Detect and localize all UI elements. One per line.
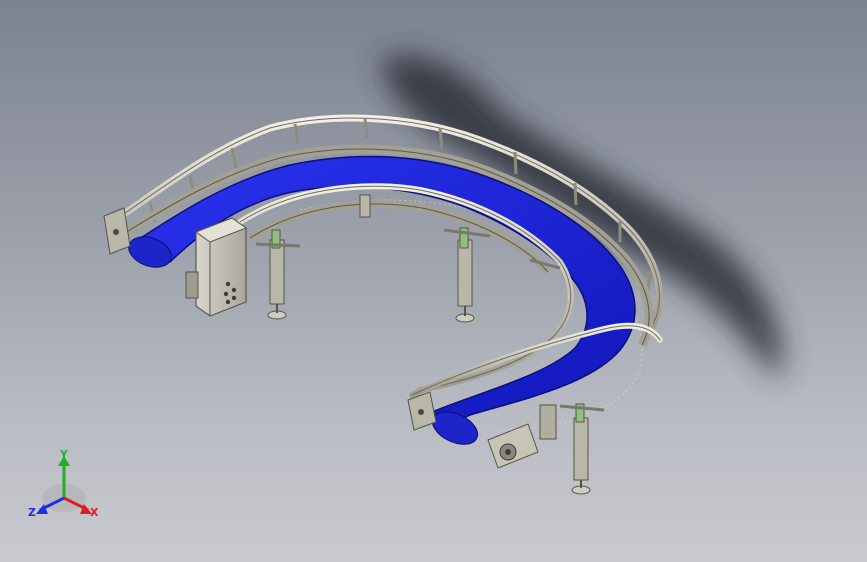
cad-scene: Y X Z <box>28 54 782 519</box>
axis-y-label: Y <box>59 448 69 461</box>
right-motor-plate <box>487 404 557 469</box>
axis-x-label: X <box>90 506 99 519</box>
axis-z-label: Z <box>28 506 36 519</box>
xyz-triad-icon: Y X Z <box>28 448 99 519</box>
cad-viewport[interactable]: Y X Z <box>0 0 867 562</box>
